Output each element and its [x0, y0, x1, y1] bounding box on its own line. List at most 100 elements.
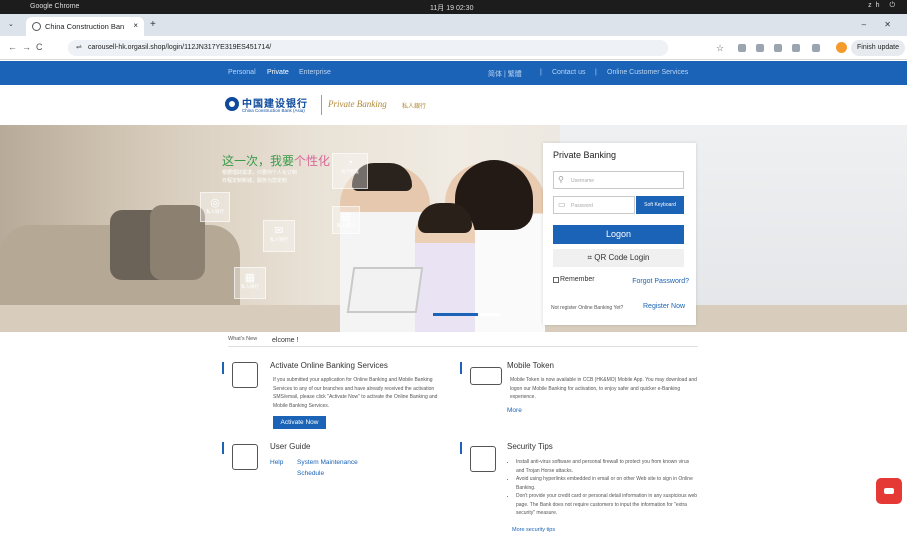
banner-laptop [346, 267, 424, 313]
extension-icon[interactable] [756, 44, 764, 52]
browser-toolbar: ← → C ⇌ carousell-hk.orgasil.shop/login/… [0, 36, 907, 60]
banner-tile: ◎ 私人银行 [200, 192, 230, 222]
qr-login-button[interactable]: ⌗ QR Code Login [553, 249, 684, 267]
forward-icon[interactable]: → [22, 42, 31, 52]
token-icon [470, 367, 502, 385]
tab-close-icon[interactable]: × [133, 21, 138, 30]
activate-body: If you submitted your application for On… [273, 377, 438, 409]
banner-slogan: 这一次，我要个性化 [222, 152, 330, 169]
reload-icon[interactable]: C [36, 42, 43, 52]
banner-girl-hair [418, 203, 472, 233]
nav-language[interactable]: 简体 | 繁體 [488, 69, 522, 79]
password-field[interactable]: ▭ Password [553, 196, 635, 214]
forgot-password-link[interactable]: Forgot Password? [631, 278, 689, 285]
whats-new-label: What's New [228, 336, 258, 342]
nav-private[interactable]: Private [267, 69, 289, 76]
token-title: Mobile Token [507, 361, 554, 370]
activate-now-button[interactable]: Activate Now [273, 416, 326, 429]
slogan-part-a: 这一次，我要 [222, 154, 295, 168]
tile-label: 私人银行 [206, 209, 224, 214]
os-activities[interactable]: Google Chrome [30, 3, 79, 10]
username-placeholder: Username [571, 178, 595, 184]
address-url: carousell-hk.orgasil.shop/login/112JN317… [88, 44, 272, 51]
brand-header: 中国建设银行 China Construction Bank (Asia) Pr… [0, 85, 907, 125]
grid-icon: ▦ [244, 272, 256, 284]
login-title: Private Banking [553, 150, 617, 160]
token-body: Mobile Token is now available in CCB (HK… [510, 377, 697, 400]
guide-title: User Guide [270, 442, 311, 451]
address-bar[interactable]: ⇌ carousell-hk.orgasil.shop/login/112JN3… [68, 40, 668, 56]
tab-search-icon[interactable]: ⌄ [8, 20, 14, 28]
os-system-tray[interactable]: zh ⏻ [868, 2, 899, 10]
nav-enterprise[interactable]: Enterprise [299, 69, 331, 76]
browser-tab[interactable]: China Construction Ban × [26, 17, 144, 36]
shield-lock-icon [470, 446, 496, 472]
nav-online-service[interactable]: Online Customer Services [607, 69, 688, 76]
banner-tile: ▦ 私人银行 [234, 267, 266, 299]
divider [228, 346, 698, 347]
site-info-icon[interactable]: ⇌ [76, 43, 82, 51]
banner-tile: ✉ 私人银行 [263, 220, 295, 252]
logo-en: China Construction Bank (Asia) [242, 108, 305, 113]
help-link[interactable]: Help [270, 459, 283, 466]
schedule-link[interactable]: Schedule [297, 470, 324, 477]
register-now-link[interactable]: Register Now [643, 303, 685, 310]
nav-personal[interactable]: Personal [228, 69, 256, 76]
tile-label: 私人银行 [270, 237, 288, 242]
mail-icon: ✉ [274, 225, 284, 237]
bookmark-star-icon[interactable]: ☆ [716, 43, 724, 54]
os-clock[interactable]: 11月 19 02:30 [430, 3, 473, 13]
extension-icon[interactable] [774, 44, 782, 52]
section-marker [222, 442, 224, 454]
banner-cushion [150, 205, 205, 280]
target-icon: ◎ [210, 197, 220, 209]
logon-button[interactable]: Logon [553, 225, 684, 244]
maintenance-link[interactable]: System Maintenance [297, 459, 358, 466]
username-field[interactable]: ⚲ Username [553, 171, 684, 189]
carousel-indicator[interactable] [480, 313, 500, 316]
side-panel-icon[interactable] [812, 44, 820, 52]
activate-title: Activate Online Banking Services [270, 361, 388, 370]
pie-chart-icon: ◔ [346, 157, 354, 169]
finish-update-button[interactable]: Finish update [851, 40, 905, 56]
extension-icon[interactable] [738, 44, 746, 52]
tab-title: China Construction Ban [45, 22, 125, 31]
not-registered-text: Not register Online Banking Yet? [551, 305, 624, 311]
profile-avatar[interactable] [836, 42, 847, 53]
banner-tile: ▤ 私人银行 [332, 206, 360, 234]
extension-icon[interactable] [792, 44, 800, 52]
remember-checkbox[interactable] [553, 277, 559, 283]
lock-icon: ▭ [558, 200, 566, 209]
hero-banner[interactable] [0, 125, 907, 332]
book-icon [232, 444, 258, 470]
banner-subtext: 日程定制新城，服务为您定制 [222, 178, 288, 184]
nav-contact-us[interactable]: Contact us [552, 69, 585, 76]
security-tips-list: Install anti-virus software and personal… [510, 458, 698, 518]
ccb-logo-icon[interactable] [225, 97, 239, 111]
soft-keyboard-button[interactable]: Soft Keyboard [636, 196, 684, 214]
news-ticker[interactable]: elcome ! [272, 337, 298, 344]
tile-label: 私人银行 [337, 223, 355, 228]
security-more-link[interactable]: More security tips [512, 527, 555, 533]
window-controls[interactable]: – ✕ [862, 20, 899, 29]
login-panel: Private Banking ⚲ Username ▭ Password So… [543, 143, 696, 325]
token-more-link[interactable]: More [507, 407, 522, 414]
logo-divider [321, 95, 322, 115]
nav-separator: | [540, 69, 542, 76]
document-icon: ▤ [340, 211, 352, 223]
os-top-bar: Google Chrome 11月 19 02:30 zh ⏻ [0, 0, 907, 14]
banner-subtext: 根据理财需求，只要你个人化订制 [222, 170, 298, 176]
new-tab-button[interactable]: + [150, 19, 156, 30]
security-title: Security Tips [507, 442, 553, 451]
carousel-indicator-active[interactable] [433, 313, 478, 316]
security-tip: Don't provide your credit card or person… [516, 492, 698, 518]
section-marker [222, 362, 224, 374]
remember-label[interactable]: Remember [560, 276, 595, 283]
back-icon[interactable]: ← [8, 42, 17, 52]
section-marker [460, 362, 462, 374]
private-banking-cn: 私人銀行 [402, 104, 427, 110]
password-placeholder: Password [571, 203, 593, 209]
tile-label: 资产配置 [341, 169, 359, 174]
slogan-part-b: 个性化 [294, 154, 331, 168]
chat-support-button[interactable] [876, 478, 902, 504]
